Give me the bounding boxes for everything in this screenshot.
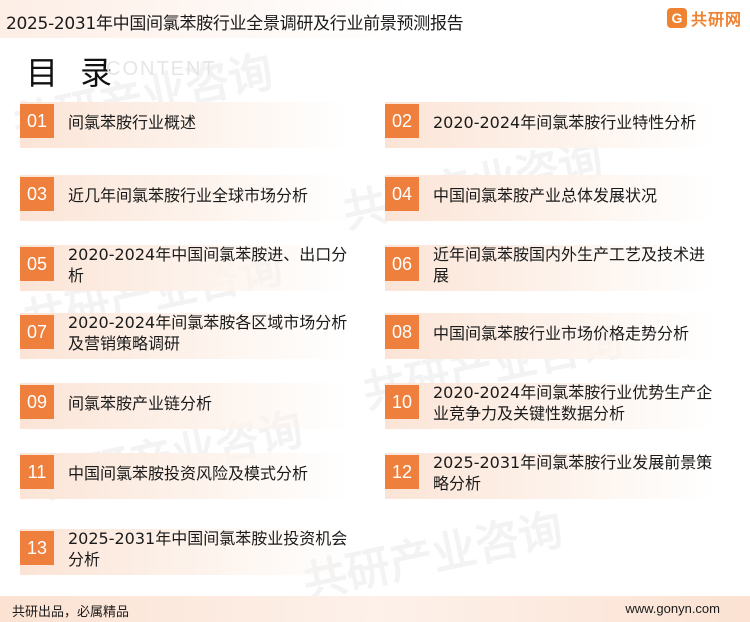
item-label: 2020-2024年间氯苯胺行业优势生产企业竞争力及关键性数据分析 <box>433 383 713 423</box>
toc-item-08[interactable]: 08 中国间氯苯胺行业市场价格走势分析 <box>385 313 715 359</box>
toc-item-07[interactable]: 07 2020-2024年间氯苯胺各区域市场分析及营销策略调研 <box>20 313 350 359</box>
toc-item-06[interactable]: 06 近年间氯苯胺国内外生产工艺及技术进展 <box>385 245 715 291</box>
item-label: 中国间氯苯胺产业总体发展状况 <box>433 185 658 205</box>
item-number: 04 <box>385 177 419 211</box>
item-label: 2025-2031年间氯苯胺行业发展前景策略分析 <box>433 453 713 493</box>
item-number: 02 <box>385 104 419 138</box>
brand-logo: G 共研网 <box>666 6 742 30</box>
item-number: 07 <box>20 315 54 349</box>
header-bar: 2025-2031年中国间氯苯胺行业全景调研及行业前景预测报告 G 共研网 <box>0 0 750 38</box>
item-label: 间氯苯胺行业概述 <box>68 112 197 132</box>
toc-item-09[interactable]: 09 间氯苯胺产业链分析 <box>20 383 350 429</box>
toc-item-02[interactable]: 02 2020-2024年间氯苯胺行业特性分析 <box>385 102 715 148</box>
toc-item-05[interactable]: 05 2020-2024年中国间氯苯胺进、出口分析 <box>20 245 350 291</box>
logo-text: 共研网 <box>690 10 742 29</box>
item-label: 2020-2024年间氯苯胺各区域市场分析及营销策略调研 <box>68 313 348 353</box>
item-label: 中国间氯苯胺投资风险及模式分析 <box>68 463 309 483</box>
item-number: 05 <box>20 247 54 281</box>
footer-bar: 共研出品，必属精品 www.gonyn.com <box>0 596 750 622</box>
toc-item-01[interactable]: 01 间氯苯胺行业概述 <box>20 102 350 148</box>
toc-title: 目 录 <box>26 54 119 92</box>
item-label: 2020-2024年中国间氯苯胺进、出口分析 <box>68 245 348 285</box>
item-label: 2020-2024年间氯苯胺行业特性分析 <box>433 112 697 132</box>
toc-subtitle: CONTENT <box>106 58 217 80</box>
item-number: 08 <box>385 315 419 349</box>
toc-item-13[interactable]: 13 2025-2031年中国间氯苯胺业投资机会分析 <box>20 529 350 575</box>
item-number: 09 <box>20 385 54 419</box>
toc-item-11[interactable]: 11 中国间氯苯胺投资风险及模式分析 <box>20 453 350 499</box>
item-label: 近几年间氯苯胺行业全球市场分析 <box>68 185 309 205</box>
item-number: 06 <box>385 247 419 281</box>
item-number: 11 <box>20 455 54 489</box>
footer-slogan: 共研出品，必属精品 <box>12 605 130 620</box>
item-number: 12 <box>385 455 419 489</box>
item-number: 10 <box>385 385 419 419</box>
item-label: 中国间氯苯胺行业市场价格走势分析 <box>433 323 690 343</box>
item-label: 近年间氯苯胺国内外生产工艺及技术进展 <box>433 245 706 285</box>
item-number: 13 <box>20 531 54 565</box>
toc-item-04[interactable]: 04 中国间氯苯胺产业总体发展状况 <box>385 175 715 221</box>
toc-item-03[interactable]: 03 近几年间氯苯胺行业全球市场分析 <box>20 175 350 221</box>
logo-mark-icon: G <box>666 8 687 28</box>
item-label: 间氯苯胺产业链分析 <box>68 393 213 413</box>
item-label: 2025-2031年中国间氯苯胺业投资机会分析 <box>68 529 348 569</box>
toc-item-12[interactable]: 12 2025-2031年间氯苯胺行业发展前景策略分析 <box>385 453 715 499</box>
toc-item-10[interactable]: 10 2020-2024年间氯苯胺行业优势生产企业竞争力及关键性数据分析 <box>385 383 715 429</box>
report-title: 2025-2031年中国间氯苯胺行业全景调研及行业前景预测报告 <box>6 14 464 34</box>
footer-website[interactable]: www.gonyn.com <box>625 601 720 616</box>
item-number: 03 <box>20 177 54 211</box>
item-number: 01 <box>20 104 54 138</box>
